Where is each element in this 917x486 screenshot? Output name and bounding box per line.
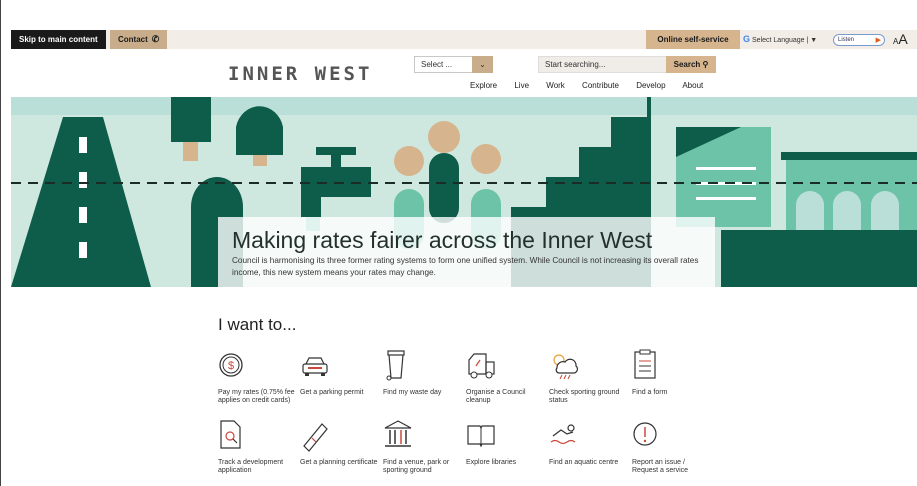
search-box[interactable]: Start searching... Search ⚲: [538, 56, 716, 73]
online-self-service-button[interactable]: Online self-service: [646, 30, 740, 49]
site-logo[interactable]: INNER WEST: [228, 63, 372, 85]
google-icon: G: [743, 34, 751, 44]
search-button[interactable]: Search ⚲: [666, 56, 716, 73]
tile-development-application[interactable]: Track a development application: [218, 418, 298, 474]
hero-banner: Making rates fairer across the Inner Wes…: [11, 97, 917, 287]
main-nav: Explore Live Work Contribute Develop Abo…: [470, 81, 718, 90]
bin-icon: [386, 350, 405, 381]
i-want-to-heading: I want to...: [218, 315, 297, 334]
dollar-icon: $: [219, 353, 243, 377]
tile-aquatic-centre[interactable]: Find an aquatic centre: [549, 418, 629, 467]
tile-label: Track a development application: [218, 459, 284, 474]
font-size-toggle[interactable]: AA: [893, 30, 908, 49]
skip-to-content-link[interactable]: Skip to main content: [11, 30, 106, 49]
tile-label: Check sporting ground status: [549, 389, 620, 404]
tile-council-cleanup[interactable]: Organise a Council cleanup: [466, 348, 546, 404]
truck-icon: [468, 353, 495, 379]
tile-sporting-ground-status[interactable]: Check sporting ground status: [549, 348, 629, 404]
alert-icon: [633, 422, 657, 446]
contact-label: Contact: [118, 35, 148, 44]
tile-label: Report an issue / Request a service: [632, 459, 689, 474]
chevron-down-icon: ⌄: [472, 56, 493, 73]
nav-live[interactable]: Live: [514, 81, 529, 90]
tile-label: Organise a Council cleanup: [466, 389, 526, 404]
language-label: Select Language | ▼: [752, 37, 818, 44]
play-icon: ▶: [875, 37, 881, 44]
quick-select-dropdown[interactable]: Select ... ⌄: [414, 56, 493, 73]
tile-label: Get a planning certificate: [300, 459, 378, 466]
hero-subtitle: Council is harmonising its three former …: [232, 256, 699, 277]
tile-find-form[interactable]: Find a form: [632, 348, 712, 397]
nav-about[interactable]: About: [682, 81, 703, 90]
tile-label: Get a parking permit: [300, 389, 364, 396]
document-search-icon: [220, 420, 241, 449]
language-selector[interactable]: G Select Language | ▼: [743, 30, 817, 49]
tile-waste-day[interactable]: Find my waste day: [383, 348, 463, 397]
select-label: Select ...: [421, 60, 453, 69]
book-icon: [467, 425, 495, 448]
hero-title[interactable]: Making rates fairer across the Inner Wes…: [232, 227, 715, 253]
tile-label: Explore libraries: [466, 459, 517, 466]
font-size-label: A: [898, 31, 908, 47]
certificate-icon: [303, 423, 328, 452]
car-icon: [302, 357, 328, 376]
listen-label: Listen: [838, 37, 855, 43]
tile-label: Find my waste day: [383, 389, 442, 396]
tile-planning-certificate[interactable]: Get a planning certificate: [300, 418, 380, 467]
swimmer-icon: [550, 424, 576, 445]
weather-icon: [553, 354, 578, 380]
nav-work[interactable]: Work: [546, 81, 565, 90]
tile-parking-permit[interactable]: Get a parking permit: [300, 348, 380, 397]
tile-label: Find a form: [632, 389, 668, 396]
search-button-label: Search: [673, 60, 701, 69]
contact-button[interactable]: Contact ✆: [110, 30, 168, 49]
tile-pay-rates[interactable]: $ Pay my rates (0.75% fee applies on cre…: [218, 348, 298, 404]
hero-text-panel: Making rates fairer across the Inner Wes…: [218, 217, 715, 287]
search-input[interactable]: Start searching...: [545, 60, 605, 69]
venue-icon: [384, 420, 412, 447]
clipboard-icon: [634, 349, 656, 379]
listen-button[interactable]: Listen ▶: [833, 34, 885, 46]
tile-find-venue[interactable]: Find a venue, park or sporting ground: [383, 418, 463, 474]
search-icon: ⚲: [702, 60, 709, 69]
tile-label: Find an aquatic centre: [549, 459, 619, 466]
nav-contribute[interactable]: Contribute: [582, 81, 619, 90]
nav-develop[interactable]: Develop: [636, 81, 665, 90]
page: Skip to main content Contact ✆ Online sel…: [0, 0, 917, 486]
nav-explore[interactable]: Explore: [470, 81, 497, 90]
tile-explore-libraries[interactable]: Explore libraries: [466, 418, 546, 467]
svg-text:$: $: [228, 360, 234, 372]
phone-icon: ✆: [151, 34, 160, 44]
tile-label: Pay my rates (0.75% fee applies on credi…: [218, 389, 295, 404]
utility-bar: Skip to main content Contact ✆ Online sel…: [11, 30, 917, 49]
tile-label: Find a venue, park or sporting ground: [383, 459, 450, 474]
tile-report-issue[interactable]: Report an issue / Request a service: [632, 418, 712, 474]
